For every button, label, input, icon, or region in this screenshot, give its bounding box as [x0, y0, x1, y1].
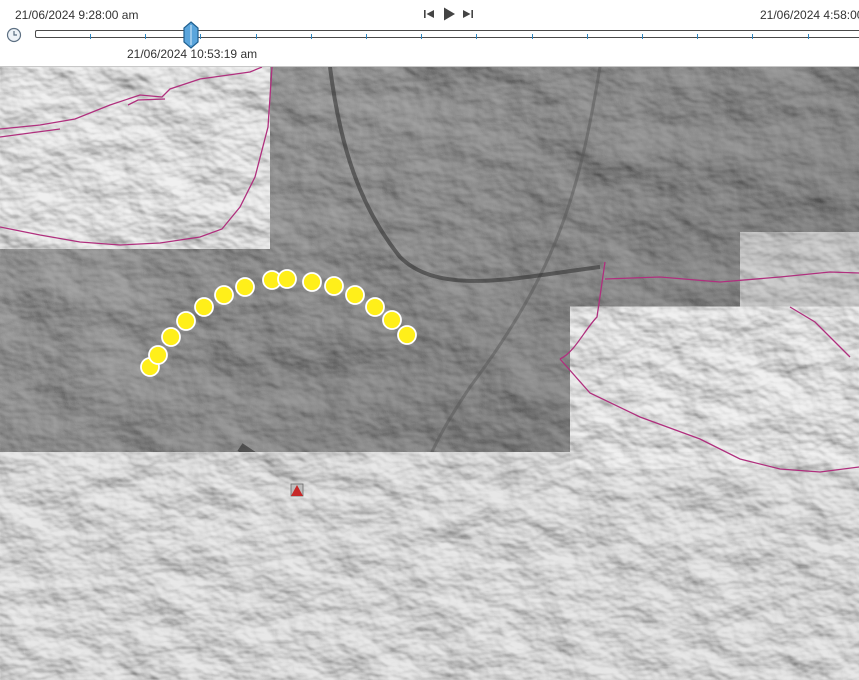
waypoint-marker[interactable] [397, 325, 417, 345]
terrain-area-upper-left [0, 67, 270, 249]
terrain-map[interactable] [0, 67, 859, 680]
time-slider-tick [807, 34, 809, 39]
time-slider-tick [90, 34, 91, 39]
time-slider-thumb[interactable] [182, 21, 200, 49]
waypoint-marker[interactable] [324, 276, 344, 296]
waypoint-marker[interactable] [302, 272, 322, 292]
time-end-label: 21/06/2024 4:58:00 [760, 8, 859, 22]
map-view[interactable] [0, 67, 859, 680]
time-slider-tick [697, 34, 699, 39]
waypoint-marker[interactable] [365, 297, 385, 317]
waypoint-marker[interactable] [235, 277, 255, 297]
play-icon[interactable] [442, 6, 456, 22]
time-slider-tick [421, 34, 423, 39]
waypoint-marker[interactable] [176, 311, 196, 331]
waypoint-marker[interactable] [277, 269, 297, 289]
time-slider-tick [145, 34, 147, 39]
time-slider-tick [586, 34, 588, 39]
time-slider-tick [476, 34, 478, 39]
waypoint-marker[interactable] [194, 297, 214, 317]
time-slider-track[interactable] [35, 30, 859, 38]
skip-back-icon[interactable] [423, 6, 435, 22]
waypoint-marker[interactable] [148, 345, 168, 365]
time-slider-tick [366, 34, 367, 39]
time-slider-tick [531, 34, 533, 39]
time-slider-tick [255, 34, 257, 39]
time-start-label: 21/06/2024 9:28:00 am [15, 8, 139, 22]
waypoint-marker[interactable] [345, 285, 365, 305]
time-slider-tick [642, 34, 643, 39]
clock-icon[interactable] [6, 27, 22, 43]
time-slider-tick [200, 34, 202, 39]
red-triangle-icon[interactable] [290, 483, 304, 497]
time-slider-panel: 21/06/2024 9:28:00 am 21/06/2024 4:58:00… [0, 0, 859, 67]
time-slider-tick [310, 34, 312, 39]
time-current-label: 21/06/2024 10:53:19 am [127, 47, 258, 61]
waypoint-marker[interactable] [161, 327, 181, 347]
waypoint-marker[interactable] [214, 285, 234, 305]
time-slider-tick [752, 34, 754, 39]
skip-forward-icon[interactable] [462, 6, 474, 22]
waypoint-marker[interactable] [382, 310, 402, 330]
